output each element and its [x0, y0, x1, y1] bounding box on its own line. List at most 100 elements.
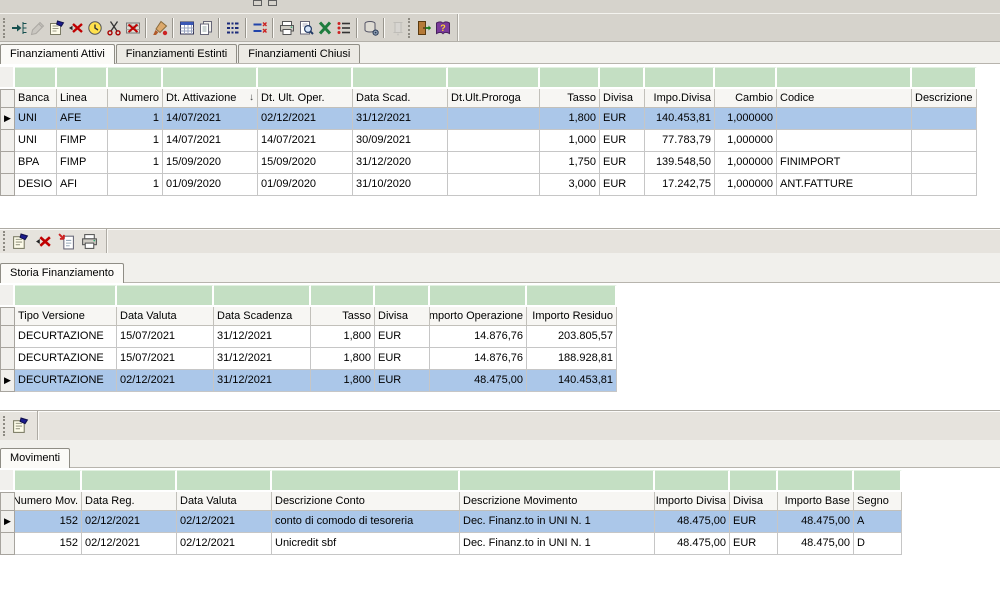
- list-bullets-button[interactable]: [334, 17, 353, 39]
- cell-data-scad[interactable]: 30/09/2021: [353, 130, 448, 152]
- toolbar-drag-handle[interactable]: [3, 416, 5, 436]
- printer-button[interactable]: [78, 230, 101, 252]
- cell-importo-divisa[interactable]: 48.475,00: [655, 511, 730, 533]
- cell-importo-base[interactable]: 48.475,00: [778, 511, 854, 533]
- column-header-importo-divisa[interactable]: Importo Divisa: [655, 492, 730, 511]
- cell-descrizione[interactable]: [912, 108, 977, 130]
- cell-importo-base[interactable]: 48.475,00: [778, 533, 854, 555]
- cell-importo-operazione[interactable]: 14.876,76: [430, 348, 527, 370]
- cell-banca[interactable]: DESIO: [15, 174, 57, 196]
- cell-importo-residuo[interactable]: 140.453,81: [527, 370, 617, 392]
- cell-dt-ult-oper[interactable]: 15/09/2020: [258, 152, 353, 174]
- cell-divisa[interactable]: EUR: [600, 174, 645, 196]
- cell-dt-attivazione[interactable]: 14/07/2021: [163, 130, 258, 152]
- column-header-descrizione-conto[interactable]: Descrizione Conto: [272, 492, 460, 511]
- column-header-dt-ult-oper[interactable]: Dt. Ult. Oper.: [258, 89, 353, 108]
- column-header-cambio[interactable]: Cambio: [715, 89, 777, 108]
- cell-numero[interactable]: 1: [108, 174, 163, 196]
- column-header-tipo-versione[interactable]: Tipo Versione: [15, 307, 117, 326]
- cell-impo-divisa[interactable]: 140.453,81: [645, 108, 715, 130]
- cell-tasso[interactable]: 1,000: [540, 130, 600, 152]
- cell-tasso[interactable]: 1,750: [540, 152, 600, 174]
- column-header-importo-residuo[interactable]: Importo Residuo: [527, 307, 617, 326]
- cell-data-valuta[interactable]: 15/07/2021: [117, 348, 214, 370]
- column-header-importo-operazione[interactable]: Importo Operazione: [430, 307, 527, 326]
- database-gear-button[interactable]: [361, 17, 380, 39]
- cell-linea[interactable]: FIMP: [57, 152, 108, 174]
- cell-divisa[interactable]: EUR: [600, 152, 645, 174]
- cut-scissors-button[interactable]: [104, 17, 123, 39]
- cell-descrizione[interactable]: [912, 130, 977, 152]
- cell-tipo-versione[interactable]: DECURTAZIONE: [15, 326, 117, 348]
- cell-tipo-versione[interactable]: DECURTAZIONE: [15, 370, 117, 392]
- cell-tipo-versione[interactable]: DECURTAZIONE: [15, 348, 117, 370]
- row-selector[interactable]: [0, 152, 15, 174]
- cell-divisa[interactable]: EUR: [600, 108, 645, 130]
- cell-divisa[interactable]: EUR: [600, 130, 645, 152]
- column-header-dt-attivazione[interactable]: Dt. Attivazione↓: [163, 89, 258, 108]
- cell-importo-operazione[interactable]: 48.475,00: [430, 370, 527, 392]
- column-header-data-scad[interactable]: Data Scad.: [353, 89, 448, 108]
- column-header-numero[interactable]: Numero: [108, 89, 163, 108]
- cell-data-scad[interactable]: 31/12/2020: [353, 152, 448, 174]
- delete-table-button[interactable]: [123, 17, 142, 39]
- cell-codice[interactable]: FINIMPORT: [777, 152, 912, 174]
- calendar-grid-button[interactable]: [177, 17, 196, 39]
- column-header-segno[interactable]: Segno: [854, 492, 902, 511]
- cell-data-valuta[interactable]: 02/12/2021: [177, 533, 272, 555]
- cell-descrizione-movimento[interactable]: Dec. Finanz.to in UNI N. 1: [460, 533, 655, 555]
- cell-dt-ult-oper[interactable]: 01/09/2020: [258, 174, 353, 196]
- cell-dt-ult-proroga[interactable]: [448, 174, 540, 196]
- column-header-divisa[interactable]: Divisa: [600, 89, 645, 108]
- doc-arrow-button[interactable]: [55, 230, 78, 252]
- cell-cambio[interactable]: 1,000000: [715, 152, 777, 174]
- column-header-impo-divisa[interactable]: Impo.Divisa: [645, 89, 715, 108]
- cell-dt-attivazione[interactable]: 15/09/2020: [163, 152, 258, 174]
- toolbar-drag-handle[interactable]: [3, 231, 5, 251]
- printer-button[interactable]: [277, 17, 296, 39]
- properties-form-button[interactable]: [9, 415, 32, 437]
- cell-banca[interactable]: BPA: [15, 152, 57, 174]
- cell-numero-mov[interactable]: 152: [15, 511, 82, 533]
- cell-tasso[interactable]: 1,800: [540, 108, 600, 130]
- row-selector[interactable]: [0, 326, 15, 348]
- row-selector[interactable]: [0, 174, 15, 196]
- column-header-descrizione-movimento[interactable]: Descrizione Movimento: [460, 492, 655, 511]
- row-selector[interactable]: ▶: [0, 108, 15, 130]
- row-selector[interactable]: [0, 130, 15, 152]
- edit-pencil-button[interactable]: [28, 17, 47, 39]
- cell-dt-attivazione[interactable]: 01/09/2020: [163, 174, 258, 196]
- help-book-button[interactable]: ?: [433, 17, 452, 39]
- cell-tasso[interactable]: 1,800: [311, 348, 375, 370]
- cell-divisa[interactable]: EUR: [730, 511, 778, 533]
- cell-banca[interactable]: UNI: [15, 130, 57, 152]
- cell-data-scadenza[interactable]: 31/12/2021: [214, 370, 311, 392]
- cell-dt-ult-proroga[interactable]: [448, 152, 540, 174]
- cell-dt-attivazione[interactable]: 14/07/2021: [163, 108, 258, 130]
- column-header-data-reg[interactable]: Data Reg.: [82, 492, 177, 511]
- cell-numero[interactable]: 1: [108, 152, 163, 174]
- cell-data-reg[interactable]: 02/12/2021: [82, 533, 177, 555]
- column-header-codice[interactable]: Codice: [777, 89, 912, 108]
- cell-importo-residuo[interactable]: 188.928,81: [527, 348, 617, 370]
- cell-numero[interactable]: 1: [108, 130, 163, 152]
- column-disabled-button[interactable]: [388, 17, 407, 39]
- toolbar-drag-handle[interactable]: [3, 18, 5, 38]
- cell-linea[interactable]: AFE: [57, 108, 108, 130]
- cell-data-valuta[interactable]: 02/12/2021: [117, 370, 214, 392]
- cell-descrizione[interactable]: [912, 152, 977, 174]
- cell-tasso[interactable]: 3,000: [540, 174, 600, 196]
- cell-segno[interactable]: A: [854, 511, 902, 533]
- column-header-descrizione[interactable]: Descrizione: [912, 89, 977, 108]
- cell-data-scad[interactable]: 31/10/2020: [353, 174, 448, 196]
- cell-cambio[interactable]: 1,000000: [715, 108, 777, 130]
- cell-divisa[interactable]: EUR: [375, 370, 430, 392]
- cell-divisa[interactable]: EUR: [375, 348, 430, 370]
- delete-record-button[interactable]: [66, 17, 85, 39]
- cell-divisa[interactable]: EUR: [730, 533, 778, 555]
- format-painter-button[interactable]: [150, 17, 169, 39]
- cell-dt-ult-oper[interactable]: 14/07/2021: [258, 130, 353, 152]
- lines-check-button[interactable]: [250, 17, 269, 39]
- totals-lines-button[interactable]: [223, 17, 242, 39]
- cell-codice[interactable]: [777, 108, 912, 130]
